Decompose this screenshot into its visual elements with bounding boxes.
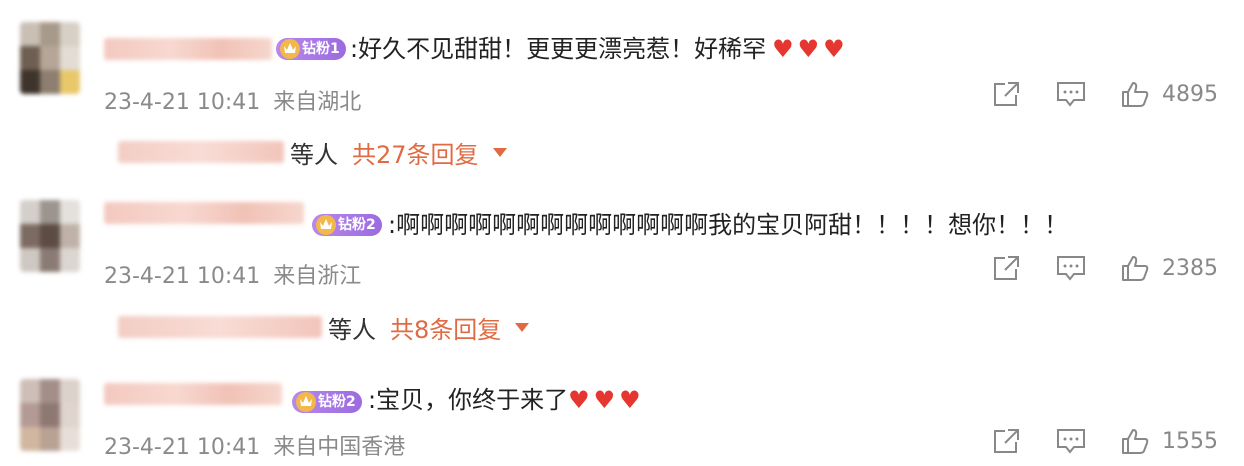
like-count: 4895 [1162, 81, 1218, 107]
comment-icon [1057, 82, 1085, 107]
comment-text: :宝贝，你终于来了♥♥♥ [368, 386, 645, 414]
share-button[interactable] [992, 80, 1022, 108]
comment-item: 钻粉1 :好久不见甜甜！更更更漂亮惹！好稀罕 ♥♥♥ 23-4-21 10:41 … [0, 0, 1244, 180]
avatar[interactable] [20, 379, 80, 451]
fan-badge[interactable]: 钻粉1 [276, 38, 346, 60]
crown-icon [280, 39, 300, 59]
share-icon [994, 82, 1019, 106]
fan-badge[interactable]: 钻粉2 [312, 214, 382, 236]
username[interactable] [104, 202, 304, 224]
comment-icon [1057, 256, 1085, 281]
timestamp: 23-4-21 10:41 [104, 90, 261, 115]
thumbs-up-icon [1122, 429, 1149, 454]
share-icon [994, 429, 1019, 453]
comment-icon [1057, 429, 1085, 454]
chevron-down-icon[interactable] [492, 147, 507, 157]
comment-item: 钻粉2 :啊啊啊啊啊啊啊啊啊啊啊啊啊我的宝贝阿甜！！！！想你！！！ 23-4-2… [0, 180, 1244, 355]
view-replies-link[interactable]: 共8条回复 [390, 310, 501, 345]
like-button[interactable]: 4895 [1120, 80, 1218, 108]
reply-usernames [118, 141, 284, 163]
like-count: 1555 [1162, 428, 1218, 454]
thumbs-up-icon [1122, 256, 1149, 281]
comment-meta: 23-4-21 10:41 来自中国香港 [104, 429, 405, 461]
timestamp: 23-4-21 10:41 [104, 435, 261, 460]
share-icon [994, 256, 1019, 280]
chevron-down-icon[interactable] [515, 322, 530, 332]
crown-icon [296, 392, 316, 412]
fan-badge[interactable]: 钻粉2 [292, 391, 362, 413]
avatar[interactable] [20, 200, 80, 272]
comment-text: :好久不见甜甜！更更更漂亮惹！好稀罕 ♥♥♥ [350, 35, 849, 63]
thumbs-up-icon [1122, 82, 1149, 107]
share-button[interactable] [992, 427, 1022, 455]
crown-icon [316, 215, 336, 235]
like-button[interactable]: 2385 [1120, 254, 1218, 282]
comment-item: 钻粉2 :宝贝，你终于来了♥♥♥ 23-4-21 10:41 来自中国香港 15… [0, 355, 1244, 466]
comment-meta: 23-4-21 10:41 来自湖北 [104, 84, 361, 116]
like-count: 2385 [1162, 255, 1218, 281]
view-replies-link[interactable]: 共27条回复 [352, 135, 479, 170]
like-button[interactable]: 1555 [1120, 427, 1218, 455]
comment-button[interactable] [1056, 80, 1086, 108]
avatar[interactable] [20, 22, 80, 94]
username[interactable] [104, 38, 272, 60]
comment-button[interactable] [1056, 254, 1086, 282]
reply-usernames [118, 316, 322, 338]
timestamp: 23-4-21 10:41 [104, 264, 261, 289]
comment-text: :啊啊啊啊啊啊啊啊啊啊啊啊啊我的宝贝阿甜！！！！想你！！！ [388, 211, 1069, 239]
location: 来自浙江 [273, 264, 362, 289]
username[interactable] [104, 383, 282, 405]
location: 来自中国香港 [273, 435, 406, 460]
heart-emoji: ♥♥♥ [772, 35, 849, 63]
heart-emoji: ♥♥♥ [568, 386, 645, 414]
reply-summary[interactable]: 等人 共27条回复 [118, 135, 507, 170]
location: 来自湖北 [273, 90, 362, 115]
comment-button[interactable] [1056, 427, 1086, 455]
share-button[interactable] [992, 254, 1022, 282]
reply-summary[interactable]: 等人 共8条回复 [118, 310, 530, 345]
comment-meta: 23-4-21 10:41 来自浙江 [104, 258, 361, 290]
